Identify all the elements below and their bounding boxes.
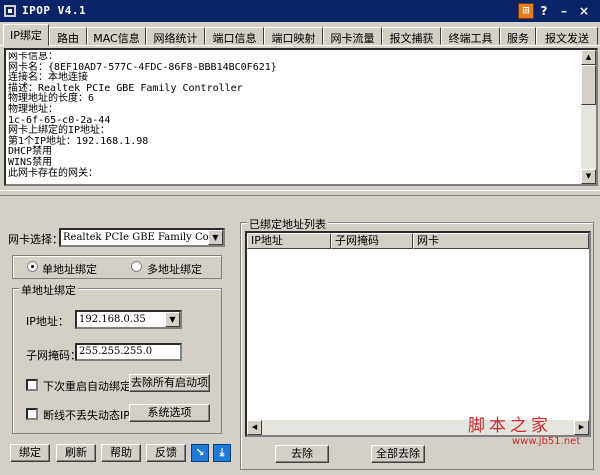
radio-single-bind[interactable] xyxy=(27,261,38,272)
bind-button[interactable]: 绑定 xyxy=(10,444,50,462)
tab-route[interactable]: 路由 xyxy=(49,27,87,45)
app-menu-button[interactable]: ⊞ xyxy=(518,3,534,19)
mask-input[interactable]: 255.255.255.0 xyxy=(75,343,182,361)
radio-single-label[interactable]: 单地址绑定 xyxy=(42,261,97,277)
remove-all-button[interactable]: 全部去除 xyxy=(371,445,425,463)
radio-multi-label[interactable]: 多地址绑定 xyxy=(147,261,202,277)
feedback-button[interactable]: 反馈 xyxy=(146,444,186,462)
download-icon[interactable]: ⤓ xyxy=(213,444,231,462)
bound-address-title: 已绑定地址列表 xyxy=(247,216,328,232)
tab-net-stats[interactable]: 网络统计 xyxy=(146,27,205,45)
nic-info-text: 网卡信息： 网卡名：{8EF10AD7-577C-4FDC-86F8-BBB14… xyxy=(8,52,277,179)
minimize-icon[interactable]: – xyxy=(556,3,572,19)
keep-dynamic-checkbox[interactable] xyxy=(26,408,38,420)
watermark-logo: 脚本之家 xyxy=(468,416,552,436)
nic-select-label: 网卡选择： xyxy=(8,233,63,246)
ip-value: 192.168.0.35 xyxy=(79,314,146,325)
clear-startup-button[interactable]: 去除所有启动项 xyxy=(129,374,210,392)
scroll-left-icon[interactable]: ◀ xyxy=(247,420,262,435)
tab-divider xyxy=(0,45,600,46)
title-bar: IPOP V4.1 ⊞ ? – × xyxy=(0,0,600,22)
close-icon[interactable]: × xyxy=(576,3,592,19)
radio-multi-bind[interactable] xyxy=(131,261,142,272)
tab-terminal-tools[interactable]: 终端工具 xyxy=(441,27,500,45)
left-panel: 网卡选择： Realtek PCIe GBE Family Contr ▼ 单地… xyxy=(2,209,234,473)
auto-bind-label[interactable]: 下次重启自动绑定 xyxy=(43,378,131,394)
single-bind-group: 单地址绑定 IP地址： 192.168.0.35 ▼ 子网掩码： 255.255… xyxy=(12,282,222,434)
remove-button[interactable]: 去除 xyxy=(275,445,329,463)
tab-mac-info[interactable]: MAC信息 xyxy=(87,27,146,45)
single-bind-group-title: 单地址绑定 xyxy=(19,282,78,298)
tab-services[interactable]: 服务 xyxy=(500,27,536,45)
scroll-thumb[interactable] xyxy=(581,65,596,105)
watermark-url: www.jb51.net xyxy=(512,436,581,447)
tab-packet-capture[interactable]: 报文捕获 xyxy=(382,27,441,45)
column-ip[interactable]: IP地址 xyxy=(247,233,331,249)
auto-bind-checkbox[interactable] xyxy=(26,379,38,391)
bound-address-list[interactable]: IP地址 子网掩码 网卡 ◀ ▶ xyxy=(245,231,591,437)
panel-splitter[interactable] xyxy=(0,190,600,196)
app-icon xyxy=(4,5,16,17)
column-nic[interactable]: 网卡 xyxy=(413,233,589,249)
tab-nic-traffic[interactable]: 网卡流量 xyxy=(323,27,382,45)
mask-label: 子网掩码： xyxy=(26,349,81,362)
tab-port-info[interactable]: 端口信息 xyxy=(205,27,264,45)
tab-port-map[interactable]: 端口映射 xyxy=(264,27,323,45)
scroll-right-icon[interactable]: ▶ xyxy=(574,420,589,435)
help-icon[interactable]: ? xyxy=(536,3,552,19)
ip-label: IP地址： xyxy=(26,315,69,328)
nic-info-textarea[interactable]: 网卡信息： 网卡名：{8EF10AD7-577C-4FDC-86F8-BBB14… xyxy=(4,48,598,186)
window-title: IPOP V4.1 xyxy=(22,4,87,17)
tab-bar: IP绑定 路由 MAC信息 网络统计 端口信息 端口映射 网卡流量 报文捕获 终… xyxy=(0,24,600,46)
nic-select[interactable]: Realtek PCIe GBE Family Contr ▼ xyxy=(59,228,225,247)
tab-packet-send[interactable]: 报文发送 xyxy=(536,27,598,45)
ip-combo[interactable]: 192.168.0.35 ▼ xyxy=(75,310,182,329)
scroll-up-icon[interactable]: ▲ xyxy=(581,50,596,65)
column-mask[interactable]: 子网掩码 xyxy=(331,233,413,249)
tab-ip-bind[interactable]: IP绑定 xyxy=(3,24,49,46)
help-button[interactable]: 帮助 xyxy=(101,444,141,462)
nic-select-value: Realtek PCIe GBE Family Contr xyxy=(63,232,224,243)
arrow-down-right-icon[interactable]: ↘ xyxy=(191,444,209,462)
chevron-down-icon[interactable]: ▼ xyxy=(165,312,180,327)
refresh-button[interactable]: 刷新 xyxy=(56,444,96,462)
bind-mode-group: 单地址绑定 多地址绑定 xyxy=(12,255,222,279)
chevron-down-icon[interactable]: ▼ xyxy=(208,230,223,245)
info-scrollbar[interactable]: ▲ ▼ xyxy=(581,50,596,184)
system-options-button[interactable]: 系统选项 xyxy=(129,404,210,422)
scroll-down-icon[interactable]: ▼ xyxy=(581,169,596,184)
keep-dynamic-label[interactable]: 断线不丢失动态IP xyxy=(43,407,130,423)
